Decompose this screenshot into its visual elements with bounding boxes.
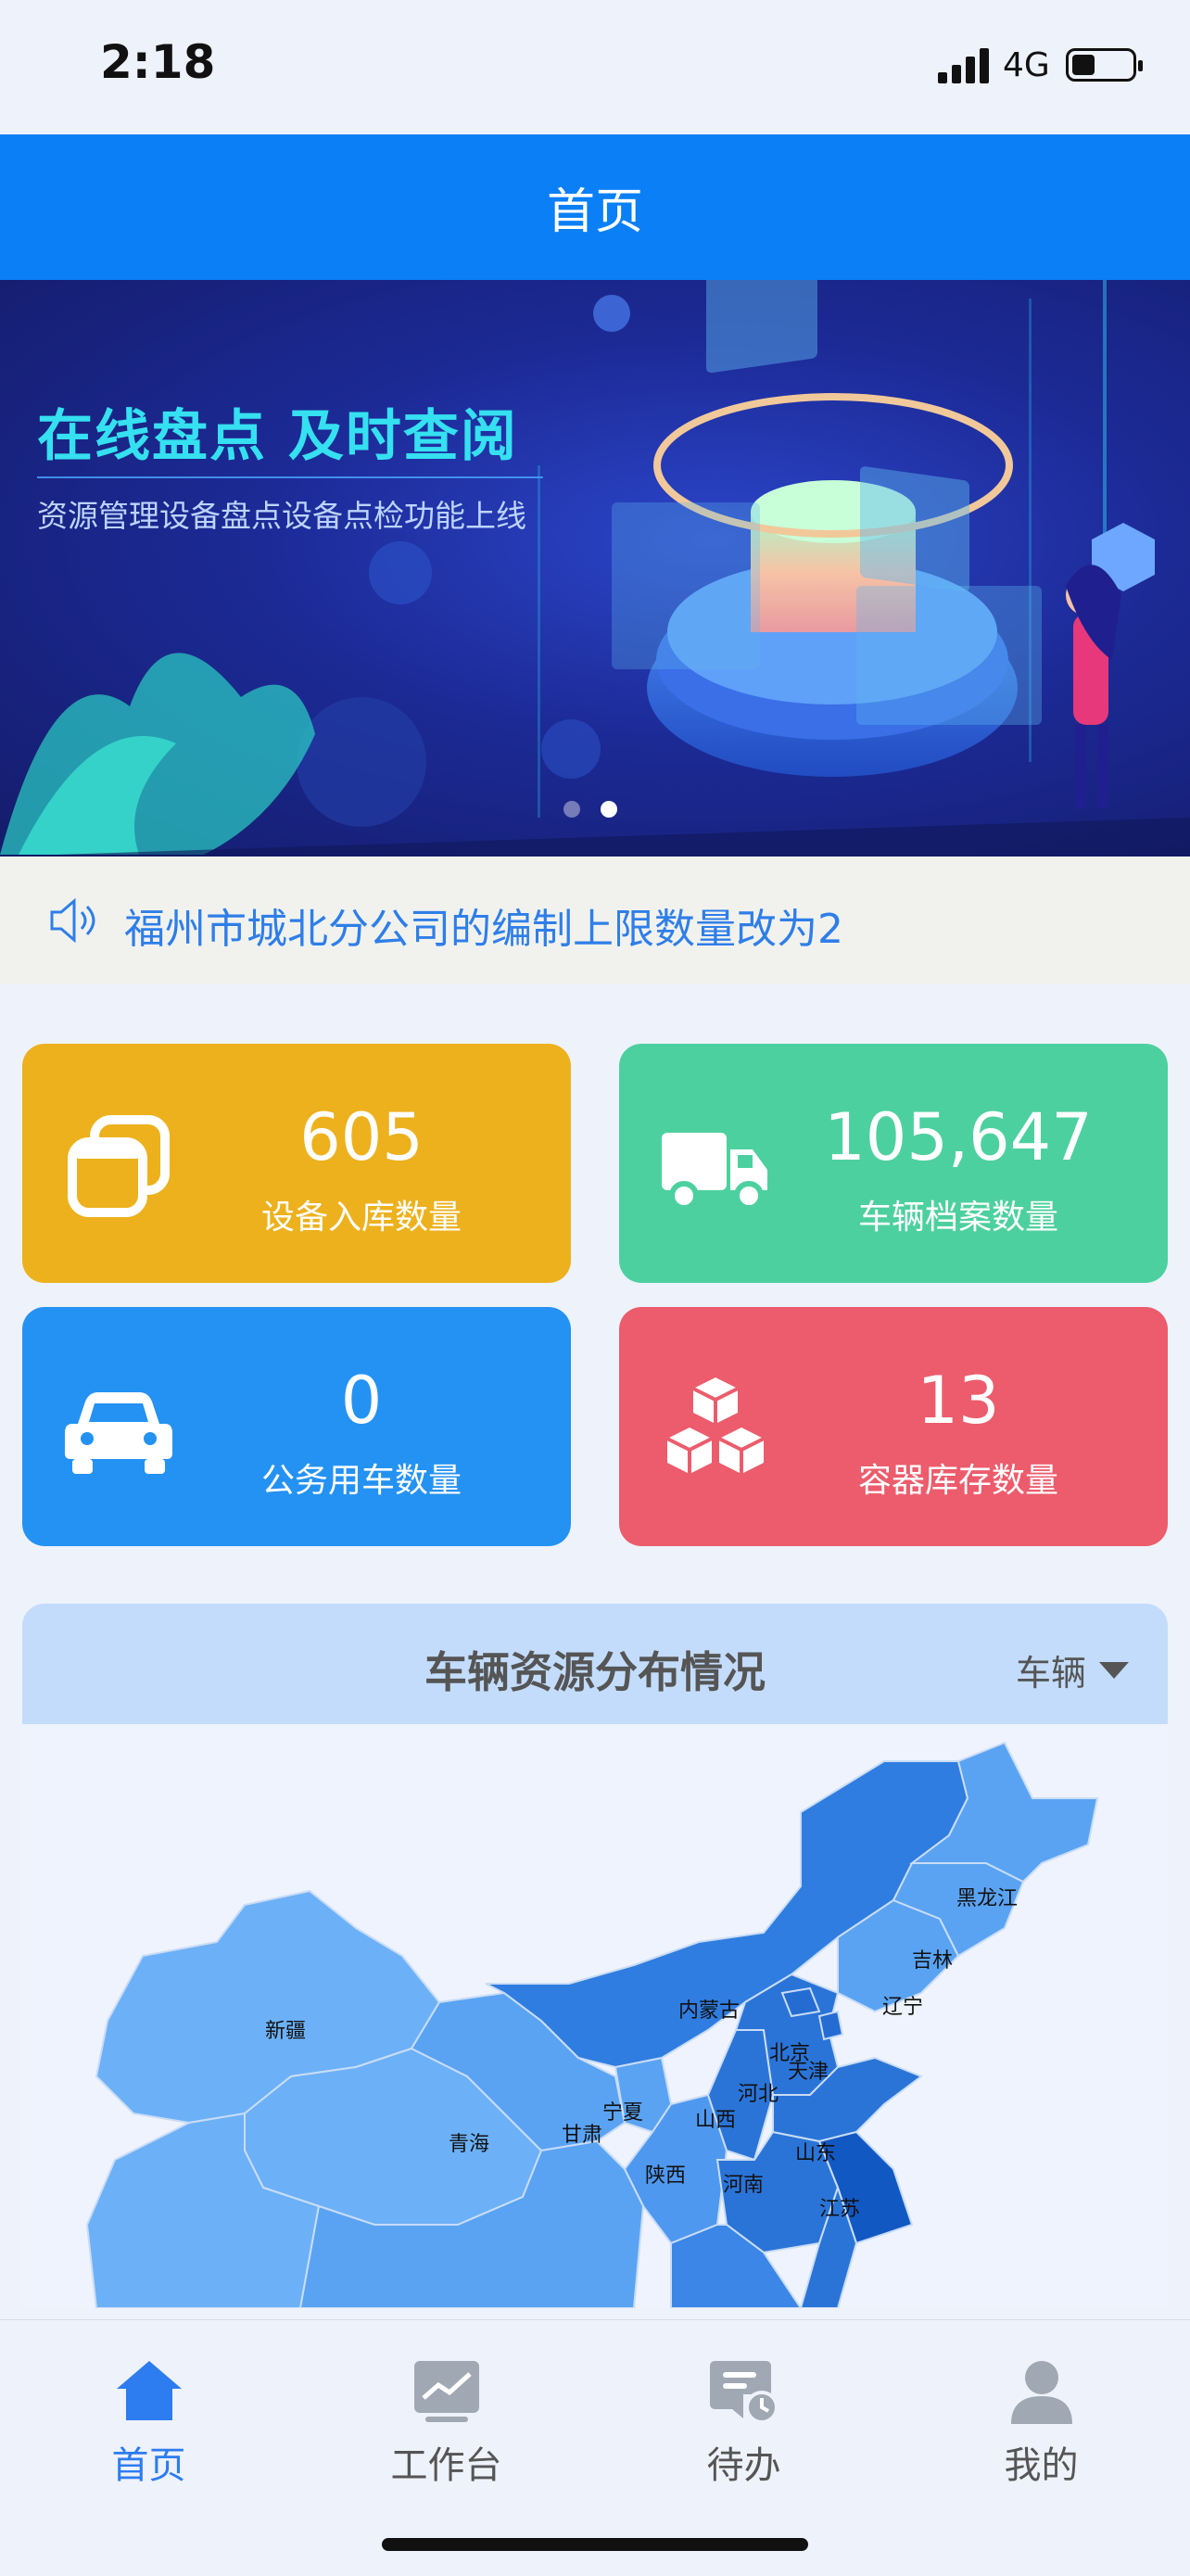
home-icon	[117, 2361, 182, 2420]
stat-value: 605	[299, 1099, 424, 1175]
tab-mine[interactable]: 我的	[892, 2339, 1190, 2487]
stat-card-official-car[interactable]: 0 公务用车数量	[22, 1307, 571, 1546]
tab-todo[interactable]: 待办	[595, 2339, 892, 2487]
distribution-panel: 车辆资源分布情况 车辆 新疆 青海 甘肃 宁夏 陕西 内蒙古 山西 河北 北京 …	[22, 1604, 1168, 2308]
banner-divider	[37, 476, 543, 478]
region-label: 山西	[695, 2109, 736, 2132]
filter-label: 车辆	[1015, 1653, 1086, 1694]
region-label: 新疆	[265, 2020, 306, 2043]
region-label: 辽宁	[882, 1996, 923, 2019]
stat-value: 13	[917, 1363, 1000, 1439]
chart-icon	[414, 2361, 479, 2422]
user-icon	[1011, 2361, 1072, 2424]
nav-bar: 首页	[0, 134, 1190, 280]
banner-subline: 资源管理设备盘点设备点检功能上线	[37, 498, 526, 534]
network-type: 4G	[1003, 46, 1050, 84]
region-label: 宁夏	[602, 2101, 643, 2125]
stat-card-equipment[interactable]: 605 设备入库数量	[22, 1044, 571, 1283]
status-time: 2:18	[100, 35, 216, 89]
vehicle-filter-dropdown[interactable]: 车辆	[1016, 1644, 1129, 1695]
tab-home[interactable]: 首页	[0, 2339, 298, 2487]
tab-workbench[interactable]: 工作台	[298, 2339, 595, 2487]
tab-label: 首页	[111, 2444, 186, 2487]
todo-clock-icon	[710, 2361, 779, 2424]
notice-text: 福州市城北分公司的编制上限数量改为2	[124, 906, 843, 953]
banner-pagination[interactable]	[563, 801, 617, 818]
region-label: 黑龙江	[956, 1887, 1018, 1910]
page-title: 首页	[546, 184, 643, 240]
distribution-title: 车辆资源分布情况	[424, 1647, 766, 1697]
region-label: 河北	[738, 2083, 779, 2106]
region-label: 河南	[723, 2174, 764, 2197]
banner-dot-1[interactable]	[563, 801, 580, 818]
region-label: 江苏	[819, 2198, 860, 2221]
tab-label: 待办	[706, 2444, 781, 2487]
chevron-down-icon	[1099, 1661, 1129, 1679]
banner-headline: 在线盘点 及时查阅	[37, 404, 518, 469]
region-label: 甘肃	[562, 2124, 602, 2147]
notice-bar[interactable]: 福州市城北分公司的编制上限数量改为2	[0, 857, 1190, 984]
stat-card-vehicle-archive[interactable]: 105,647 车辆档案数量	[619, 1044, 1168, 1283]
stat-label: 车辆档案数量	[857, 1199, 1058, 1237]
banner-illustration	[0, 280, 1190, 857]
banner-dot-2[interactable]	[601, 801, 617, 818]
region-label: 天津	[788, 2061, 829, 2084]
signal-icon	[938, 46, 992, 83]
stat-label: 容器库存数量	[857, 1462, 1058, 1500]
status-bar: 2:18 4G	[0, 0, 1190, 134]
battery-icon	[1066, 48, 1143, 82]
stat-value: 0	[340, 1363, 383, 1439]
region-label: 内蒙古	[678, 1999, 740, 2023]
china-distribution-map[interactable]: 新疆 青海 甘肃 宁夏 陕西 内蒙古 山西 河北 北京 天津 山东 河南 辽宁 …	[22, 1724, 1168, 2308]
distribution-header: 车辆资源分布情况 车辆	[22, 1604, 1168, 1724]
region-label: 吉林	[912, 1949, 953, 1973]
region-tianjin	[817, 2010, 844, 2041]
stat-label: 设备入库数量	[260, 1199, 462, 1237]
speaker-icon	[50, 897, 95, 944]
region-label: 山东	[795, 2142, 836, 2165]
stat-label: 公务用车数量	[260, 1462, 462, 1500]
region-label: 青海	[449, 2133, 489, 2156]
tab-label: 工作台	[390, 2444, 502, 2487]
stat-value: 105,647	[824, 1099, 1093, 1175]
home-indicator[interactable]	[382, 2538, 808, 2551]
region-label: 陕西	[645, 2164, 686, 2188]
stat-card-container-stock[interactable]: 13 容器库存数量	[619, 1307, 1168, 1546]
tab-label: 我的	[1004, 2444, 1079, 2487]
promo-banner[interactable]: 在线盘点 及时查阅 资源管理设备盘点设备点检功能上线	[0, 280, 1190, 857]
